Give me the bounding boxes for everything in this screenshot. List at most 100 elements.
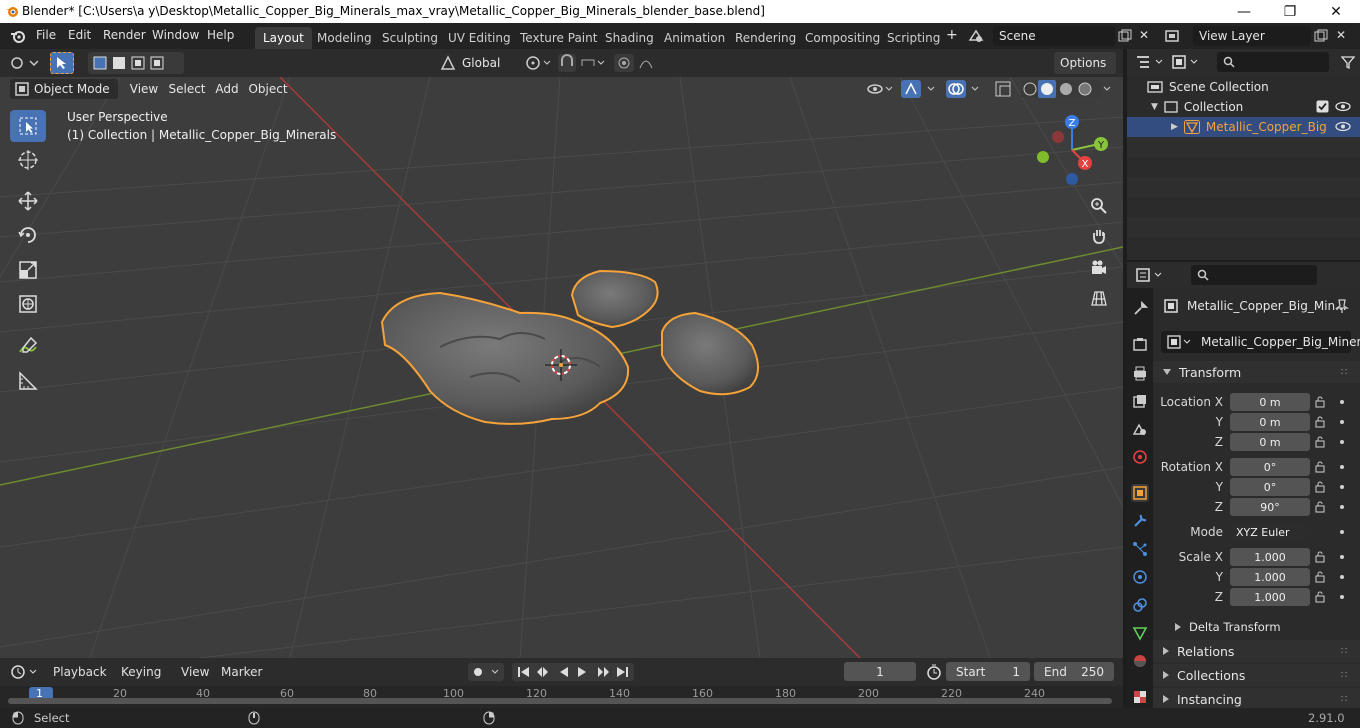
auto-keying-icon[interactable]: [468, 663, 504, 681]
start-frame-field[interactable]: Start 1: [946, 662, 1030, 681]
scene-tab-icon[interactable]: [1131, 420, 1149, 438]
scene-icon[interactable]: [968, 28, 984, 44]
rotate-tool-icon[interactable]: [10, 219, 46, 251]
stopwatch-icon[interactable]: [926, 664, 942, 680]
tab-compositing[interactable]: Compositing: [797, 27, 888, 49]
collection-visibility-icon[interactable]: [1335, 100, 1351, 113]
material-tab-icon[interactable]: [1131, 652, 1149, 670]
lock-icon[interactable]: [1315, 501, 1327, 513]
tab-sculpting[interactable]: Sculpting: [374, 27, 446, 49]
location-y-field[interactable]: 0 m: [1230, 413, 1310, 431]
menu-render[interactable]: Render: [103, 28, 146, 42]
timeline-scrollbar[interactable]: [8, 698, 1112, 704]
editor-type-icon[interactable]: [10, 55, 38, 71]
properties-search-input[interactable]: [1191, 265, 1317, 285]
playback-controls[interactable]: [512, 663, 634, 681]
lock-icon[interactable]: [1315, 396, 1327, 408]
location-z-field[interactable]: 0 m: [1230, 433, 1310, 451]
modifier-tab-icon[interactable]: [1131, 512, 1149, 530]
constraints-tab-icon[interactable]: [1131, 596, 1149, 614]
lock-icon[interactable]: [1315, 591, 1327, 603]
tab-layout[interactable]: Layout: [255, 27, 312, 49]
tab-rendering[interactable]: Rendering: [727, 27, 804, 49]
object-tab-icon[interactable]: [1131, 484, 1149, 502]
outliner-row-scene-collection[interactable]: Scene Collection: [1127, 77, 1360, 97]
annotate-tool-icon[interactable]: [10, 330, 46, 362]
lock-icon[interactable]: [1315, 481, 1327, 493]
view-layer-selector[interactable]: View Layer: [1193, 26, 1311, 46]
zoom-icon[interactable]: [1086, 193, 1112, 219]
new-view-layer-icon[interactable]: [1314, 29, 1328, 43]
3d-viewport[interactable]: Z Y X Object Mode View Select Add Object…: [0, 77, 1123, 658]
expand-object-icon[interactable]: ▶: [1171, 122, 1178, 132]
outliner-row-collection[interactable]: ▼ Collection: [1127, 97, 1360, 117]
physics-tab-icon[interactable]: [1131, 568, 1149, 586]
particles-tab-icon[interactable]: [1131, 540, 1149, 558]
pivot-point-icon[interactable]: [524, 54, 552, 72]
expand-collection-icon[interactable]: ▼: [1151, 102, 1158, 112]
keyframe-dot-icon[interactable]: [1340, 530, 1344, 534]
perspective-toggle-icon[interactable]: [1086, 285, 1112, 311]
tab-animation[interactable]: Animation: [656, 27, 733, 49]
menu-edit[interactable]: Edit: [68, 28, 91, 42]
keyframe-dot-icon[interactable]: [1340, 575, 1344, 579]
transform-tool-icon[interactable]: [10, 288, 46, 320]
properties-editor-type-icon[interactable]: [1135, 267, 1165, 283]
viewport-menu-view[interactable]: View: [128, 79, 160, 99]
camera-view-icon[interactable]: [1086, 255, 1112, 281]
timeline-menu-view[interactable]: View: [181, 665, 209, 679]
measure-tool-icon[interactable]: [10, 365, 46, 397]
keyframe-dot-icon[interactable]: [1340, 400, 1344, 404]
frame-ruler[interactable]: 1 20 40 60 80 100 120 140 160 180 200 22…: [0, 686, 1123, 708]
timeline-menu-marker[interactable]: Marker: [221, 665, 262, 679]
blender-menu-icon[interactable]: [10, 28, 26, 44]
collections-panel-header[interactable]: Collections ∷: [1153, 664, 1360, 686]
object-type-icon[interactable]: [1167, 335, 1193, 349]
proportional-editing-icon[interactable]: [614, 54, 666, 72]
mineral-rock-small[interactable]: [570, 269, 659, 329]
timeline-editor-type-icon[interactable]: [10, 664, 40, 680]
options-dropdown[interactable]: Options: [1054, 52, 1116, 74]
tab-modeling[interactable]: Modeling: [309, 27, 380, 49]
maximize-button[interactable]: ❐: [1267, 0, 1313, 23]
rotation-z-field[interactable]: 90°: [1230, 498, 1310, 516]
display-mode-icon[interactable]: [1171, 54, 1201, 70]
world-tab-icon[interactable]: [1131, 448, 1149, 466]
menu-window[interactable]: Window: [152, 28, 199, 42]
render-tab-icon[interactable]: [1131, 335, 1149, 353]
keyframe-dot-icon[interactable]: [1340, 485, 1344, 489]
drag-handle-icon[interactable]: ∷: [1341, 646, 1347, 657]
select-box-tool-icon[interactable]: [50, 52, 74, 74]
view-layer-tab-icon[interactable]: [1131, 392, 1149, 410]
collection-checkbox-icon[interactable]: [1316, 100, 1329, 113]
viewport-scene[interactable]: Z Y X: [0, 77, 1123, 658]
pan-hand-icon[interactable]: [1086, 223, 1112, 249]
lock-icon[interactable]: [1315, 461, 1327, 473]
instancing-panel-header[interactable]: Instancing ∷: [1153, 688, 1360, 708]
keyframe-dot-icon[interactable]: [1340, 440, 1344, 444]
add-workspace-button[interactable]: +: [946, 27, 958, 43]
drag-handle-icon[interactable]: ∷: [1341, 367, 1347, 378]
lock-icon[interactable]: [1315, 416, 1327, 428]
lock-icon[interactable]: [1315, 571, 1327, 583]
keyframe-dot-icon[interactable]: [1340, 505, 1344, 509]
output-tab-icon[interactable]: [1131, 364, 1149, 382]
tab-uv-editing[interactable]: UV Editing: [440, 27, 519, 49]
timeline-menu-playback[interactable]: Playback: [53, 665, 107, 679]
mineral-rock-right[interactable]: [661, 311, 759, 396]
viewport-menu-select[interactable]: Select: [167, 79, 207, 99]
outliner-editor-type-icon[interactable]: [1135, 54, 1165, 70]
object-visibility-icon[interactable]: [1335, 120, 1351, 133]
delete-view-layer-icon[interactable]: ✕: [1336, 28, 1346, 42]
scene-selector[interactable]: Scene: [993, 26, 1115, 46]
outliner-row-object[interactable]: ▶ Metallic_Copper_Big: [1127, 117, 1360, 137]
texture-tab-icon[interactable]: [1131, 688, 1149, 706]
end-frame-field[interactable]: End 250: [1034, 662, 1114, 681]
viewport-display-controls[interactable]: [866, 79, 1116, 99]
pin-icon[interactable]: [1335, 298, 1349, 314]
tab-texture-paint[interactable]: Texture Paint: [512, 27, 605, 49]
transform-orientation-select[interactable]: Global: [456, 52, 514, 74]
rotation-x-field[interactable]: 0°: [1230, 458, 1310, 476]
delta-transform-header[interactable]: Delta Transform: [1153, 618, 1360, 636]
tab-shading[interactable]: Shading: [597, 27, 662, 49]
